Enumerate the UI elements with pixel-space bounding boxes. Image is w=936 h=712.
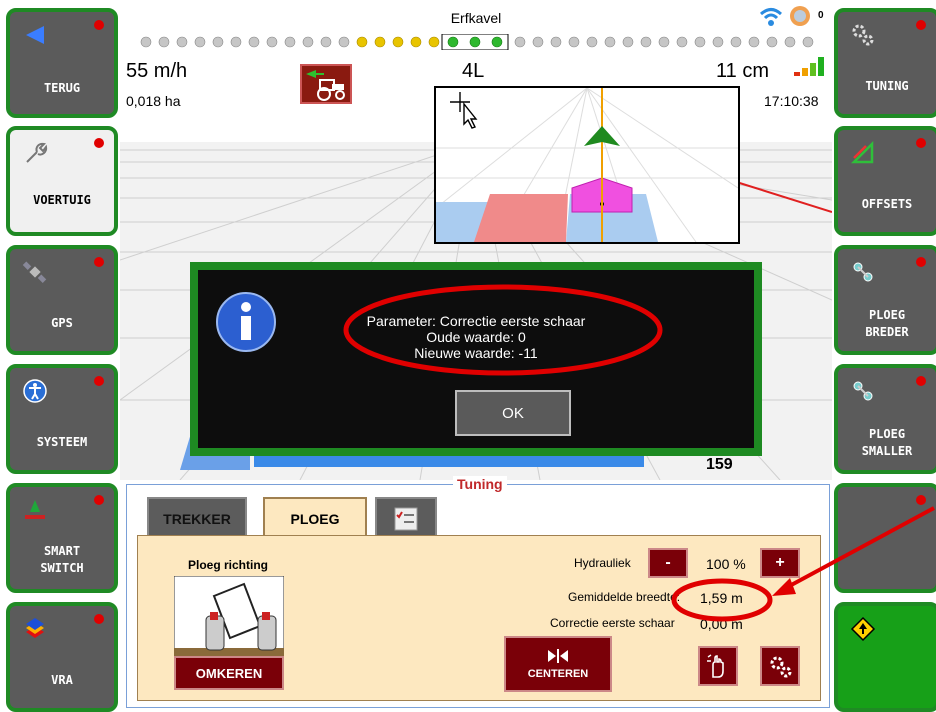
vra-label: VRA (51, 673, 73, 687)
speed-readout: 55 m/h (126, 60, 188, 82)
status-dot (916, 495, 926, 505)
gear-readout: 4L (462, 60, 485, 82)
map-bottom-value: 159 (706, 456, 733, 473)
tractor-direction-button[interactable] (300, 64, 352, 104)
ruler-triangle-icon (850, 140, 874, 164)
offsets-button[interactable]: OFFSETS (834, 126, 936, 236)
move-cursor-icon (450, 92, 478, 129)
hydrauliek-value: 100 % (706, 556, 746, 572)
status-dot (916, 376, 926, 386)
tab-ploeg[interactable]: PLOEG (263, 497, 367, 539)
tuning-panel: Tuning TREKKER PLOEG Ploeg richting OMKE… (126, 476, 830, 708)
offsets-label: OFFSETS (861, 197, 913, 211)
vra-layers-icon (26, 618, 44, 638)
area-readout: 0,018 ha (126, 93, 181, 109)
gears-icon (852, 24, 874, 46)
plough-direction-illustration (174, 576, 284, 660)
info-dialog: Parameter: Correctie eerste schaar Oude … (190, 262, 762, 456)
plough-narrower-icon (853, 381, 873, 401)
gears-icon (770, 656, 792, 678)
empty-side-button[interactable] (834, 483, 936, 593)
satellite-icon (22, 261, 47, 283)
dialog-line-new-value: Nieuwe waarde: -11 (414, 345, 538, 361)
accessibility-icon (23, 379, 47, 403)
status-dot (94, 20, 104, 30)
hydrauliek-plus-button[interactable]: + (760, 548, 800, 578)
wifi-icon (759, 8, 783, 26)
centeren-button[interactable]: CENTEREN (504, 636, 612, 692)
centeren-label: CENTEREN (527, 668, 589, 680)
gps-button[interactable]: GPS (6, 245, 118, 355)
ok-button[interactable]: OK (455, 390, 571, 436)
overview-minimap[interactable] (434, 86, 740, 244)
hydrauliek-minus-button[interactable]: - (648, 548, 688, 578)
hydrauliek-label: Hydrauliek (574, 556, 631, 570)
status-dot (94, 257, 104, 267)
hand-gesture-icon (707, 654, 724, 678)
ploeg-richting-label: Ploeg richting (188, 558, 269, 572)
green-action-button[interactable] (834, 602, 936, 712)
minimap-canvas (436, 88, 738, 242)
guidance-dot-bar (140, 34, 814, 50)
status-dot (94, 138, 104, 148)
satellite-count: 0 (818, 10, 824, 21)
omkeren-button[interactable]: OMKEREN (174, 656, 284, 690)
terug-label: TERUG (43, 81, 81, 95)
tab-checklist[interactable] (375, 497, 437, 539)
status-dot (916, 20, 926, 30)
time-readout: 17:10:38 (764, 93, 819, 109)
tab-trekker[interactable]: TREKKER (147, 497, 247, 539)
gem-breedte-value: 1,59 m (700, 590, 743, 606)
center-arrows-icon (548, 649, 568, 663)
hand-gesture-button[interactable] (698, 646, 738, 686)
dialog-line-old-value: Oude waarde: 0 (426, 329, 526, 345)
settings-button[interactable] (760, 646, 800, 686)
signal-bars-icon (794, 57, 824, 76)
tuning-label: TUNING (865, 79, 909, 93)
smart-switch-button[interactable]: SMART SWITCH (6, 483, 118, 593)
systeem-label: SYSTEEM (36, 435, 88, 449)
tuning-title: Tuning (453, 476, 507, 492)
dialog-message: Parameter: Correctie eerste schaar Oude … (198, 313, 754, 361)
terug-button[interactable]: TERUG (6, 8, 118, 118)
ploeg-breder-label: PLOEG BREDER (865, 308, 909, 339)
tractor-icon (306, 70, 345, 101)
ploeg-smaller-label: PLOEG SMALLER (861, 427, 913, 458)
vra-button[interactable]: VRA (6, 602, 118, 712)
correctie-value: 0,00 m (700, 616, 743, 632)
warning-diamond-icon (850, 616, 876, 642)
satellite-status-icon (790, 6, 810, 26)
gps-label: GPS (51, 316, 73, 330)
tuning-button[interactable]: TUNING (834, 8, 936, 118)
smart-switch-label: SMART SWITCH (40, 544, 84, 575)
dialog-line-parameter: Parameter: Correctie eerste schaar (366, 313, 586, 329)
status-dot (916, 257, 926, 267)
gem-breedte-label: Gemiddelde breedte: (568, 590, 681, 604)
smart-switch-icon (25, 500, 45, 519)
ploeg-breder-button[interactable]: PLOEG BREDER (834, 245, 936, 355)
voertuig-button[interactable]: VOERTUIG (6, 126, 118, 236)
ploeg-smaller-button[interactable]: PLOEG SMALLER (834, 364, 936, 474)
status-dot (94, 614, 104, 624)
status-dot (916, 138, 926, 148)
field-name: Erfkavel (450, 10, 502, 26)
checklist-icon (394, 507, 418, 531)
voertuig-label: VOERTUIG (33, 193, 91, 207)
offset-readout: 11 cm (716, 60, 769, 82)
back-arrow-icon (26, 26, 44, 44)
systeem-button[interactable]: SYSTEEM (6, 364, 118, 474)
wrench-icon (26, 142, 48, 163)
status-dot (94, 376, 104, 386)
correctie-label: Correctie eerste schaar (550, 616, 675, 630)
plough-wider-icon (853, 262, 873, 282)
status-dot (94, 495, 104, 505)
ploeg-tab-content: Ploeg richting OMKEREN CENTEREN Hydrauli… (137, 535, 821, 701)
